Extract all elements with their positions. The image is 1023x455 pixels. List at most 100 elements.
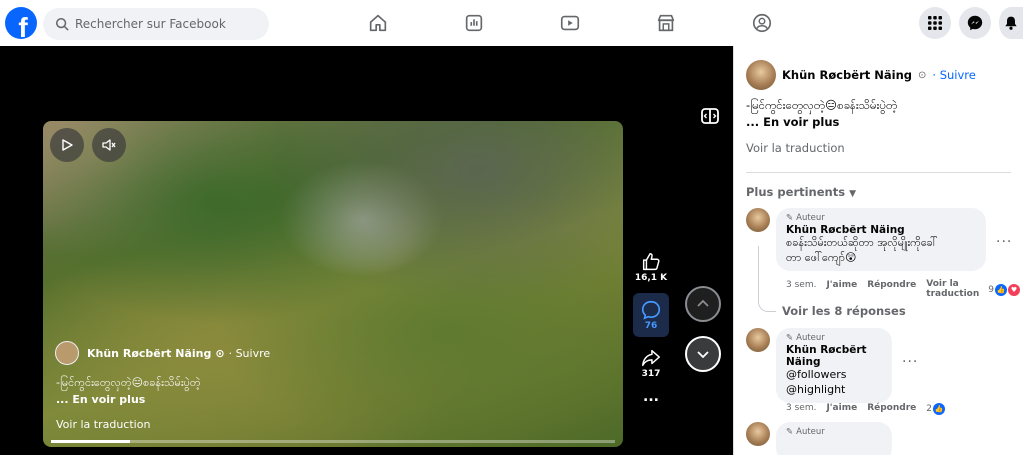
comment-time: 3 sem.: [786, 403, 817, 413]
video-nav: [685, 286, 721, 372]
comment-reply-link[interactable]: Répondre: [867, 280, 916, 300]
view-replies-link[interactable]: Voir les 8 réponses: [782, 304, 906, 318]
previous-video-button[interactable]: [685, 286, 721, 322]
play-icon: [62, 139, 73, 151]
marketplace-icon: [657, 14, 675, 32]
logo-letter: f: [18, 12, 28, 40]
menu-grid-icon: [928, 16, 942, 30]
commenter-avatar[interactable]: [746, 422, 770, 446]
author-avatar[interactable]: [746, 60, 776, 90]
search-box[interactable]: Rechercher sur Facebook: [43, 8, 269, 40]
mute-button[interactable]: [92, 128, 126, 162]
home-icon: [369, 14, 387, 32]
comment-text-line: စခန်းသိမ်းတယ်ဆိုတာ အုလိုမျိုးကိုခေါ်: [786, 236, 938, 249]
love-reaction-icon: ♥: [1008, 283, 1020, 296]
more-actions[interactable]: ...: [643, 389, 659, 405]
post-author-name[interactable]: Khün Røcbërt Näing: [782, 68, 912, 82]
facebook-logo[interactable]: f: [5, 7, 37, 39]
comment-reply-link[interactable]: Répondre: [867, 403, 916, 415]
speaker-muted-icon: [102, 139, 116, 151]
verified-icon: ⊙: [215, 346, 225, 360]
video-follow-link[interactable]: · Suivre: [229, 347, 271, 360]
comment-item: ✎ Auteur Khün Røcbërt Näing @followers @h…: [746, 328, 892, 403]
video-author-name[interactable]: Khün Røcbërt Näing: [87, 347, 211, 360]
post-translate-link[interactable]: Voir la traduction: [746, 141, 845, 155]
author-badge: ✎ Auteur: [786, 333, 882, 343]
groups-icon: [752, 13, 772, 33]
video-player[interactable]: Khün Røcbërt Näing ⊙ · Suivre -မြင်ကွင်း…: [43, 121, 623, 447]
post-caption: -မြင်ကွင်းတွေလှတဲ့😑စခန်းသိမ်းပွဲတဲ့: [746, 98, 898, 112]
comment-reactions[interactable]: 2 👍: [926, 403, 945, 415]
thumbs-up-icon: [642, 253, 660, 271]
author-badge: ✎ Auteur: [786, 427, 882, 437]
reaction-actions: 16,1 K 76 317 ...: [633, 251, 669, 415]
reaction-count: 2: [926, 404, 932, 414]
account-controls: [919, 7, 1023, 39]
nav-dashboard[interactable]: [426, 0, 522, 46]
play-button[interactable]: [50, 128, 84, 162]
dashboard-icon: [465, 14, 483, 32]
comment-reactions[interactable]: 9 👍 ♥: [988, 280, 1020, 300]
author-badge: ✎ Auteur: [786, 213, 976, 223]
comment-meta: 3 sem. J'aime Répondre 2 👍: [786, 403, 945, 415]
comment-translate-link[interactable]: Voir la traduction: [926, 279, 979, 300]
mention-followers[interactable]: @followers: [786, 368, 882, 383]
video-author-avatar[interactable]: [55, 341, 79, 365]
commenter-avatar[interactable]: [746, 328, 770, 352]
post-see-more[interactable]: ... En voir plus: [746, 115, 1016, 129]
reaction-count: 9: [988, 284, 994, 295]
toggle-panel-button[interactable]: [700, 106, 720, 129]
sort-label: Plus pertinents: [746, 185, 846, 199]
comment-action[interactable]: 76: [633, 293, 669, 337]
messenger-button[interactable]: [959, 7, 991, 39]
comment-options-button[interactable]: ···: [902, 354, 918, 370]
next-video-button[interactable]: [685, 336, 721, 372]
comment-item: ✎ Auteur Khün Røcbërt Näing စခန်းသိမ်းတယ်…: [746, 208, 986, 271]
caret-down-icon: ▼: [849, 189, 857, 199]
search-icon: [55, 17, 69, 31]
like-reaction-icon: 👍: [933, 403, 945, 415]
video-see-more[interactable]: ... En voir plus: [56, 393, 145, 406]
notifications-icon: [1005, 16, 1017, 30]
comment-options-button[interactable]: ···: [996, 234, 1012, 250]
post-header: Khün Røcbërt Näing ⊙ · Suivre: [746, 60, 976, 90]
author-badge-label: Auteur: [796, 213, 825, 223]
sort-dropdown[interactable]: Plus pertinents ▼: [746, 185, 856, 199]
video-progress-bar[interactable]: [51, 440, 615, 443]
commenter-name[interactable]: Khün Røcbërt Näing: [786, 344, 882, 368]
nav-groups[interactable]: [714, 0, 810, 46]
nav-home[interactable]: [330, 0, 426, 46]
author-badge-label: Auteur: [796, 427, 825, 437]
video-viewer: Khün Røcbërt Näing ⊙ · Suivre -မြင်ကွင်း…: [0, 46, 733, 455]
notifications-button[interactable]: [999, 7, 1023, 39]
nav-video[interactable]: [522, 0, 618, 46]
thread-line: [758, 246, 776, 312]
comment-bubble-icon: [641, 300, 661, 320]
verified-icon: ⊙: [918, 69, 927, 81]
like-reaction-icon: 👍: [995, 283, 1007, 296]
comment-item: ✎ Auteur: [746, 422, 892, 455]
comment-meta: 3 sem. J'aime Répondre Voir la traductio…: [786, 279, 1020, 300]
follow-link[interactable]: · Suivre: [932, 68, 975, 82]
messenger-icon: [967, 15, 983, 31]
pencil-icon: ✎: [786, 213, 794, 223]
chevron-down-icon: [697, 351, 709, 359]
commenter-avatar[interactable]: [746, 208, 770, 232]
mention-highlight[interactable]: @highlight: [786, 383, 882, 398]
search-placeholder: Rechercher sur Facebook: [75, 17, 226, 31]
comments-panel: Khün Røcbërt Näing ⊙ · Suivre -မြင်ကွင်း…: [733, 46, 1023, 455]
menu-button[interactable]: [919, 7, 951, 39]
comment-bubble: ✎ Auteur: [776, 422, 892, 455]
share-action[interactable]: 317: [640, 347, 662, 379]
post-text: -မြင်ကွင်းတွေလှတဲ့😑စခန်းသိမ်းပွဲတဲ့ ... …: [746, 98, 1016, 129]
comment-like-link[interactable]: J'aime: [826, 403, 857, 415]
comment-text-line: တာ ဖေါ်ကျော်😲: [786, 250, 857, 264]
commenter-name[interactable]: Khün Røcbërt Näing: [786, 224, 976, 236]
comment-like-link[interactable]: J'aime: [826, 280, 857, 300]
pencil-icon: ✎: [786, 333, 794, 343]
comment-count: 76: [644, 321, 658, 331]
nav-marketplace[interactable]: [618, 0, 714, 46]
like-action[interactable]: 16,1 K: [635, 251, 667, 283]
like-count: 16,1 K: [634, 273, 668, 283]
video-translate-link[interactable]: Voir la traduction: [56, 418, 150, 431]
